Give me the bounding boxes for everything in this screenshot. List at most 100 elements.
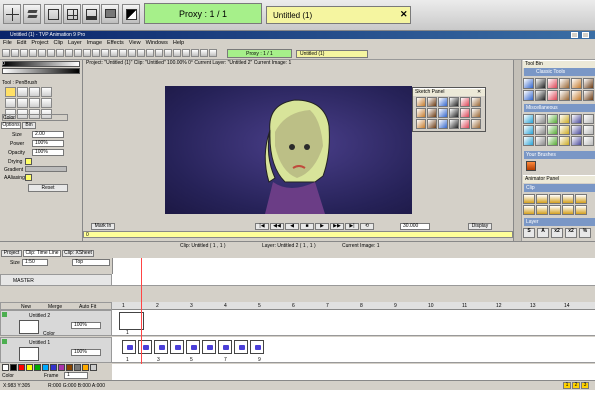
- layer-action-button[interactable]: x2: [565, 228, 577, 238]
- classic-tool-icon[interactable]: [583, 90, 594, 101]
- misc-tool-icon[interactable]: [523, 136, 534, 146]
- misc-tool-icon[interactable]: [583, 125, 594, 135]
- toolbar-icon[interactable]: [56, 49, 64, 57]
- menu-item-layer[interactable]: Layer: [68, 39, 82, 47]
- pen-tool-icon[interactable]: [41, 98, 52, 108]
- transport-button[interactable]: ▶: [315, 223, 329, 230]
- timeline-size-field[interactable]: 1:50: [22, 259, 48, 266]
- toolbar-icon[interactable]: [209, 49, 217, 57]
- sketch-tool-icon[interactable]: [471, 108, 481, 118]
- misc-tool-icon[interactable]: [571, 125, 582, 135]
- clip-tool-icon[interactable]: [523, 194, 535, 204]
- transport-button[interactable]: |◀: [255, 223, 269, 230]
- pen-tool-icon[interactable]: [5, 98, 16, 108]
- pen-tool-icon[interactable]: [5, 87, 16, 97]
- frame-thumbnail[interactable]: [250, 340, 264, 354]
- clip-tool-icon[interactable]: [575, 205, 587, 215]
- pen-tool-icon[interactable]: [17, 98, 28, 108]
- crosshair-icon[interactable]: [3, 4, 21, 24]
- color-swatch[interactable]: [82, 364, 89, 371]
- clip-tool-icon[interactable]: [549, 205, 561, 215]
- misc-tool-icon[interactable]: [571, 114, 582, 124]
- master-row[interactable]: MASTER: [0, 274, 112, 286]
- brush-icon[interactable]: [526, 161, 536, 171]
- transport-button[interactable]: ■: [300, 223, 314, 230]
- opacity-field[interactable]: 100%: [32, 149, 64, 156]
- layers-icon[interactable]: [23, 4, 41, 24]
- color-swatch[interactable]: [50, 364, 57, 371]
- sketch-panel-close-icon[interactable]: ✕: [477, 89, 481, 95]
- toolbar-icon[interactable]: [164, 49, 172, 57]
- screen-view-icon[interactable]: [82, 4, 100, 24]
- misc-tool-icon[interactable]: [559, 125, 570, 135]
- color-swatch[interactable]: [2, 364, 9, 371]
- toolbar-icon[interactable]: [200, 49, 208, 57]
- layer-action-button[interactable]: %: [579, 228, 591, 238]
- color-swatch[interactable]: [66, 364, 73, 371]
- menu-item-windows[interactable]: Windows: [146, 39, 168, 47]
- color-bar-fg[interactable]: [2, 61, 80, 67]
- toolbar-icon[interactable]: [119, 49, 127, 57]
- sketch-tool-icon[interactable]: [427, 97, 437, 107]
- color-swatch[interactable]: [18, 364, 25, 371]
- classic-tool-icon[interactable]: [583, 78, 594, 89]
- document-title-tab[interactable]: Untitled (1): [266, 6, 411, 24]
- toolbar-icon[interactable]: [47, 49, 55, 57]
- tab-options[interactable]: Options: [1, 122, 21, 129]
- gradient-slider[interactable]: [25, 166, 67, 172]
- frame-strip[interactable]: 0: [83, 231, 513, 238]
- reset-button[interactable]: Reset: [28, 184, 68, 192]
- frame-thumbnail[interactable]: [154, 340, 168, 354]
- color-swatch[interactable]: [10, 364, 17, 371]
- clip-tool-icon[interactable]: [562, 205, 574, 215]
- sketch-tool-icon[interactable]: [460, 108, 470, 118]
- inner-document-tab[interactable]: Untitled (1): [296, 50, 368, 58]
- misc-tool-icon[interactable]: [571, 136, 582, 146]
- misc-tool-icon[interactable]: [559, 114, 570, 124]
- misc-tool-icon[interactable]: [559, 136, 570, 146]
- color-swatch[interactable]: [74, 364, 81, 371]
- classic-tool-icon[interactable]: [547, 78, 558, 89]
- color-swatch[interactable]: [26, 364, 33, 371]
- classic-tool-icon[interactable]: [535, 78, 546, 89]
- toolbar-icon[interactable]: [155, 49, 163, 57]
- classic-tool-icon[interactable]: [571, 78, 582, 89]
- pen-tool-icon[interactable]: [29, 87, 40, 97]
- transport-button[interactable]: ◀: [285, 223, 299, 230]
- frame-thumbnail[interactable]: [202, 340, 216, 354]
- clip-tool-icon[interactable]: [575, 194, 587, 204]
- toolbar-icon[interactable]: [146, 49, 154, 57]
- sketch-tool-icon[interactable]: [427, 108, 437, 118]
- menu-item-project[interactable]: Project: [31, 39, 48, 47]
- classic-tool-icon[interactable]: [523, 90, 534, 101]
- color-dropdown[interactable]: [2, 114, 68, 121]
- monitor-icon[interactable]: [101, 4, 119, 24]
- pen-tool-icon[interactable]: [29, 98, 40, 108]
- toolbar-icon[interactable]: [74, 49, 82, 57]
- toolbar-icon[interactable]: [173, 49, 181, 57]
- pen-tool-icon[interactable]: [17, 87, 28, 97]
- layer-row-1[interactable]: Untitled 1 100%: [0, 337, 112, 363]
- window-close-icon[interactable]: [582, 32, 589, 38]
- toolbar-icon[interactable]: [2, 49, 10, 57]
- sketch-tool-icon[interactable]: [460, 119, 470, 129]
- sketch-tool-icon[interactable]: [427, 119, 437, 129]
- sketch-tool-icon[interactable]: [438, 97, 448, 107]
- layer-action-button[interactable]: S: [523, 228, 535, 238]
- toolbar-icon[interactable]: [11, 49, 19, 57]
- menu-item-file[interactable]: File: [3, 39, 12, 47]
- misc-tool-icon[interactable]: [535, 125, 546, 135]
- layer-action-button[interactable]: x2: [551, 228, 563, 238]
- fps-field[interactable]: 30.000: [400, 223, 430, 230]
- mark-in-button[interactable]: Mark In: [91, 223, 115, 230]
- sketch-tool-icon[interactable]: [449, 108, 459, 118]
- sketch-tool-icon[interactable]: [416, 97, 426, 107]
- misc-tool-icon[interactable]: [535, 114, 546, 124]
- single-view-icon[interactable]: [44, 4, 62, 24]
- frame-thumbnail[interactable]: [234, 340, 248, 354]
- drawing-canvas[interactable]: [165, 86, 412, 214]
- sketch-tool-icon[interactable]: [449, 97, 459, 107]
- color-swatch[interactable]: [34, 364, 41, 371]
- sketch-tool-icon[interactable]: [460, 97, 470, 107]
- quad-view-icon[interactable]: [63, 4, 81, 24]
